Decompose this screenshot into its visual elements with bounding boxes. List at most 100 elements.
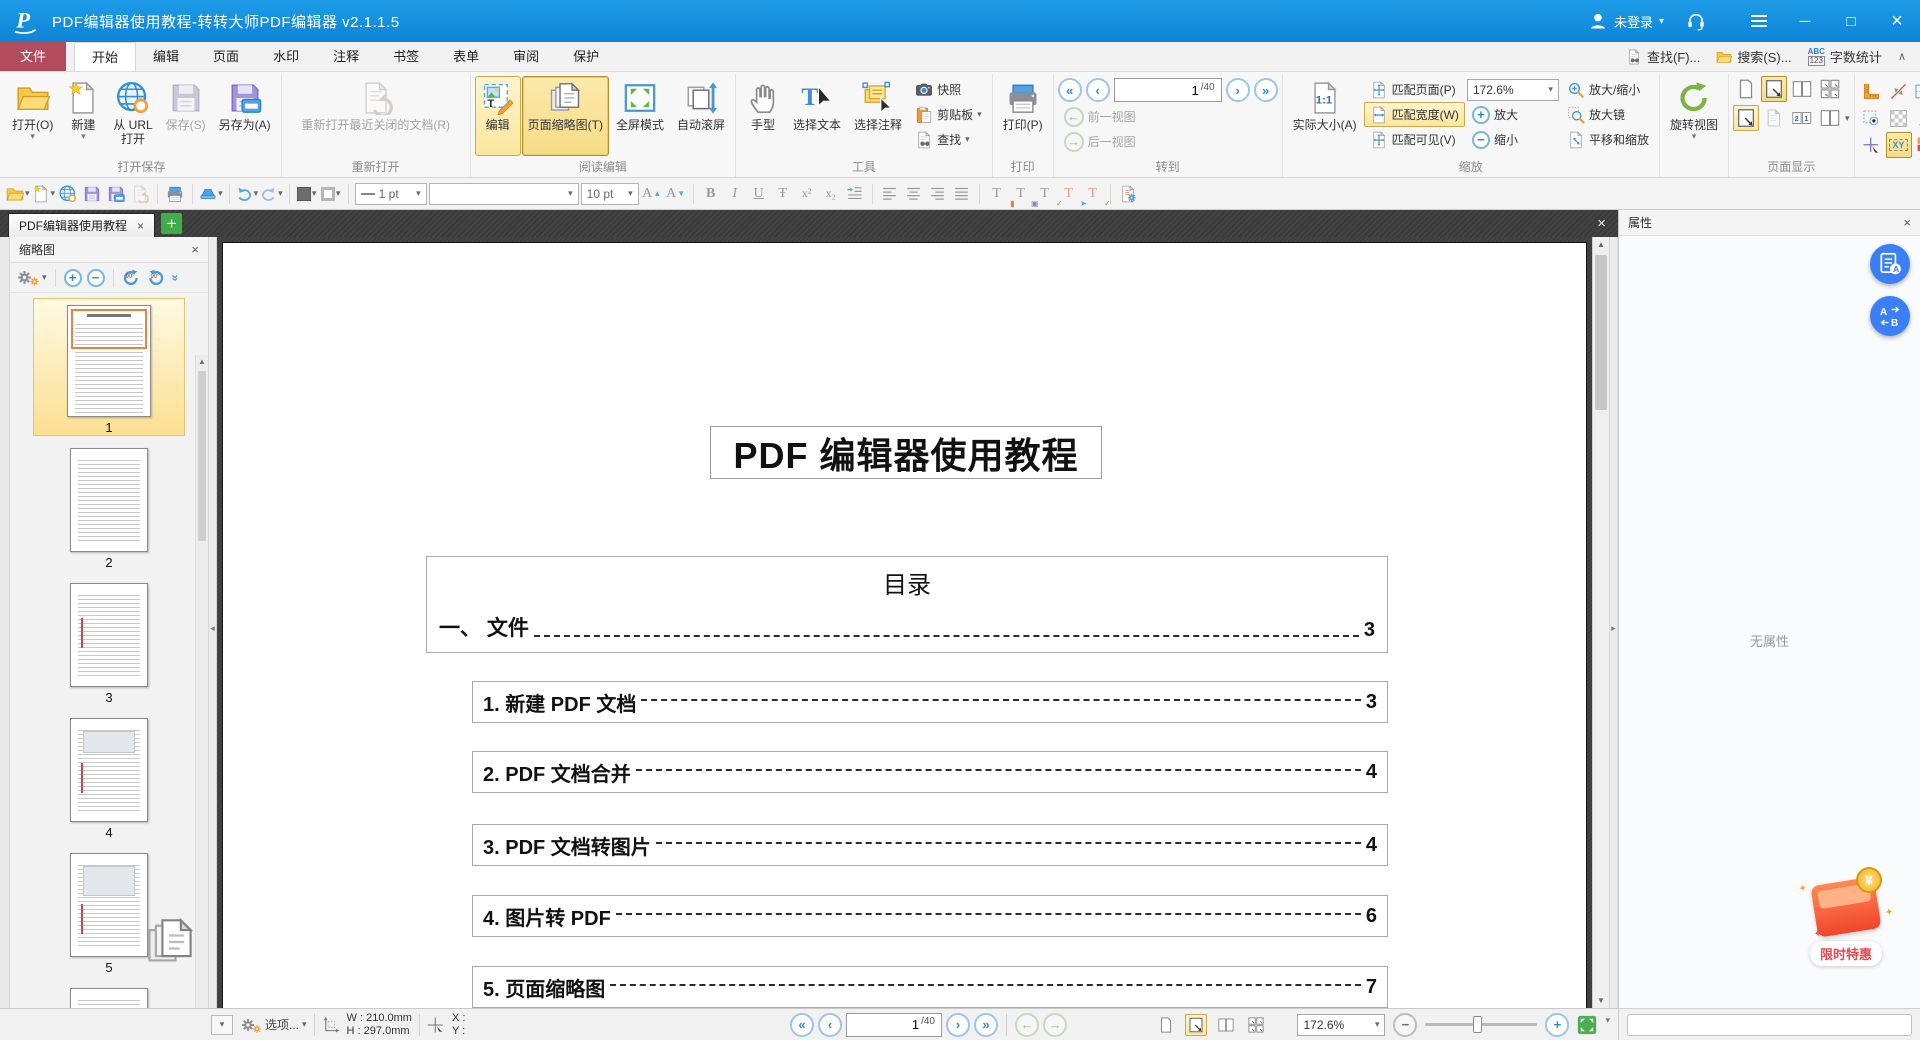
text-format-brush-button[interactable]: T ▮ bbox=[986, 182, 1014, 208]
quad-page-view-button[interactable] bbox=[1245, 1014, 1267, 1036]
page-number-input[interactable] bbox=[869, 1017, 920, 1032]
qt-redo-button[interactable]: ▾ bbox=[260, 182, 283, 206]
thumbnail-zoom-in-button[interactable]: + bbox=[63, 268, 82, 287]
scrollbar-thumb[interactable] bbox=[1595, 255, 1607, 410]
thumbnail-page-3[interactable]: 3 bbox=[34, 583, 184, 705]
save-as-button[interactable]: 另存为(A) bbox=[213, 76, 277, 156]
grid-split-button[interactable]: ▾ bbox=[1913, 78, 1920, 104]
menu-tab-page[interactable]: 页面 bbox=[196, 42, 256, 71]
collapse-ribbon-icon[interactable]: ∧ bbox=[1898, 50, 1906, 63]
left-splitter[interactable]: ◂ bbox=[208, 237, 217, 1008]
fit-width-button[interactable]: 匹配宽度(W) bbox=[1363, 102, 1465, 127]
qt-reopen-button[interactable] bbox=[129, 182, 151, 206]
text-style-save-button[interactable]: T ▣ bbox=[1010, 182, 1038, 208]
menu-tab-annotation[interactable]: 注释 bbox=[316, 42, 376, 71]
document-scrollbar[interactable]: ▲ ▼ bbox=[1592, 237, 1609, 1008]
thumbnail-options-button[interactable]: ▾ bbox=[16, 268, 47, 287]
reading-order-button[interactable] bbox=[1789, 105, 1815, 131]
rotate-right-button[interactable]: 90° bbox=[147, 269, 167, 287]
thumbnail-scrollbar[interactable]: ▲ bbox=[195, 355, 208, 1008]
two-page-view-button[interactable] bbox=[1215, 1014, 1237, 1036]
close-button[interactable]: × bbox=[1874, 0, 1920, 42]
transparency-grid-button[interactable] bbox=[1886, 105, 1912, 131]
find-tool-button[interactable]: 查找 ▾ bbox=[909, 127, 988, 152]
status-zoom-combo[interactable]: 172.6% ▾ bbox=[1297, 1013, 1386, 1036]
page-thumbnail-button[interactable]: 页面缩略图(T) bbox=[521, 76, 609, 156]
translate-ab-button[interactable] bbox=[1870, 296, 1910, 336]
login-button[interactable]: 未登录 ▾ bbox=[1588, 11, 1664, 31]
document-area[interactable]: PDF 编辑器使用教程 目录 一、 文件 3 1. 新建 PDF 文档 3 2.… bbox=[217, 237, 1592, 1008]
actual-size-button[interactable]: 实际大小(A) bbox=[1287, 76, 1363, 156]
menu-tab-protect[interactable]: 保护 bbox=[556, 42, 616, 71]
pdf-page[interactable]: PDF 编辑器使用教程 目录 一、 文件 3 1. 新建 PDF 文档 3 2.… bbox=[222, 242, 1587, 1008]
qt-undo-button[interactable]: ▾ bbox=[236, 182, 258, 206]
text-apply-button[interactable]: T ✓ bbox=[1034, 182, 1062, 208]
single-page-view-button[interactable] bbox=[1155, 1014, 1177, 1036]
menu-tab-edit[interactable]: 编辑 bbox=[136, 42, 196, 71]
continuous-view-button[interactable] bbox=[1185, 1013, 1208, 1036]
last-page-button[interactable]: » bbox=[1253, 78, 1278, 102]
doc-properties-button[interactable] bbox=[1117, 182, 1139, 206]
close-all-tabs-icon[interactable]: × bbox=[1597, 215, 1606, 232]
select-text-button[interactable]: 选择文本 bbox=[787, 76, 847, 156]
ruler-button[interactable] bbox=[1859, 78, 1885, 104]
underline-button[interactable]: U bbox=[748, 182, 770, 206]
menu-tab-home[interactable]: 开始 bbox=[74, 42, 137, 71]
qt-print-button[interactable] bbox=[164, 182, 186, 206]
clipboard-button[interactable]: 剪贴板 ▾ bbox=[909, 102, 988, 127]
pan-zoom-button[interactable]: 平移和缩放 bbox=[1561, 127, 1655, 152]
rotate-view-button[interactable]: 旋转视图 ▾ bbox=[1664, 76, 1724, 156]
last-page-button[interactable]: » bbox=[974, 1012, 998, 1037]
zoom-in-button[interactable]: + bbox=[1545, 1012, 1570, 1037]
menu-tab-file[interactable]: 文件 bbox=[0, 42, 67, 71]
thumbnail-zoom-out-button[interactable]: − bbox=[86, 268, 105, 287]
minimize-button[interactable]: ─ bbox=[1782, 0, 1828, 42]
thumbnail-page-1[interactable]: 1 bbox=[33, 298, 185, 436]
menu-tab-bookmark[interactable]: 书签 bbox=[376, 42, 436, 71]
new-tab-button[interactable]: + bbox=[161, 213, 183, 234]
scroll-down-icon[interactable]: ▼ bbox=[1593, 996, 1609, 1005]
save-button[interactable]: 保存(S) bbox=[160, 76, 212, 156]
increase-font-button[interactable]: A ▲ bbox=[641, 182, 663, 206]
reopen-recent-button[interactable]: 重新打开最近关闭的文档(R) bbox=[286, 76, 466, 156]
toc-entry[interactable]: 2. PDF 文档合并 4 bbox=[472, 751, 1388, 793]
loupe-select-button[interactable] bbox=[1859, 105, 1885, 131]
snap-button[interactable] bbox=[1886, 78, 1912, 104]
color-picker-button[interactable] bbox=[1913, 132, 1920, 158]
toc-header-block[interactable]: 目录 一、 文件 3 bbox=[426, 556, 1388, 653]
next-page-button[interactable]: › bbox=[1225, 78, 1250, 102]
qt-open-url-button[interactable] bbox=[57, 182, 79, 206]
single-page-view-button[interactable] bbox=[1733, 76, 1759, 102]
align-center-button[interactable] bbox=[903, 182, 925, 206]
edit-mode-button[interactable]: 编辑 bbox=[474, 76, 521, 156]
toc-entry[interactable]: 1. 新建 PDF 文档 3 bbox=[472, 681, 1388, 723]
document-tab[interactable]: PDF编辑器使用教程 × bbox=[8, 213, 156, 237]
promo-sticker[interactable]: ¥ ✦ ✦ ✦ 限时特惠 bbox=[1794, 867, 1898, 966]
toc-entry[interactable]: 3. PDF 文档转图片 4 bbox=[472, 824, 1388, 866]
continuous-scroll-button[interactable] bbox=[1732, 105, 1759, 131]
line-width-combo[interactable]: 1 pt ▾ bbox=[354, 182, 427, 205]
title-text-block[interactable]: PDF 编辑器使用教程 bbox=[710, 426, 1102, 479]
previous-view-button[interactable]: ← bbox=[1015, 1012, 1039, 1037]
first-page-button[interactable]: « bbox=[1057, 78, 1082, 102]
main-menu-button[interactable] bbox=[1736, 0, 1782, 42]
floating-pages-icon[interactable] bbox=[144, 916, 196, 968]
options-button[interactable]: 选项... ▾ bbox=[240, 1016, 307, 1034]
qt-open-button[interactable]: ▾ bbox=[6, 182, 30, 206]
find-button[interactable]: 查找(F)... bbox=[1626, 47, 1700, 66]
auto-scroll-button[interactable]: 自动滚屏 bbox=[671, 76, 731, 156]
qt-save-button[interactable] bbox=[81, 182, 103, 206]
collapse-right-icon[interactable]: ▸ bbox=[1610, 623, 1617, 634]
toc-entry[interactable]: 4. 图片转 PDF 6 bbox=[472, 895, 1388, 937]
new-document-button[interactable]: 新建 ▾ bbox=[60, 76, 106, 156]
support-headset-icon[interactable] bbox=[1686, 11, 1706, 31]
quad-page-view-button[interactable] bbox=[1817, 76, 1843, 102]
xy-coordinates-button[interactable]: XY bbox=[1885, 132, 1912, 158]
continuous-view-button[interactable] bbox=[1760, 76, 1787, 102]
fullscreen-mode-button[interactable]: 全屏模式 bbox=[610, 76, 670, 156]
hand-tool-button[interactable]: 手型 bbox=[740, 76, 786, 156]
bold-button[interactable]: B bbox=[700, 182, 722, 206]
shape-preview-button[interactable] bbox=[1913, 105, 1920, 131]
zoom-out-button[interactable]: − bbox=[1393, 1012, 1418, 1037]
thumbnail-page-2[interactable]: 2 bbox=[34, 448, 184, 570]
